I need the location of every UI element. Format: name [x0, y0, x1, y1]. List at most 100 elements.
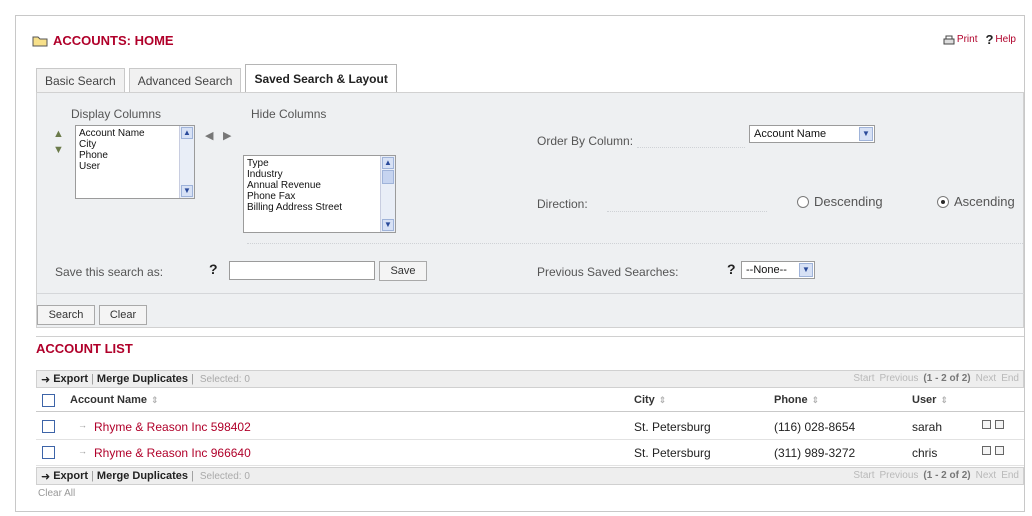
column-header-city[interactable]: City ⇕	[634, 394, 666, 406]
list-toolbar-bottom: ➜ Export | Merge Duplicates | Selected: …	[36, 467, 1024, 485]
view-icon[interactable]	[995, 446, 1004, 455]
help-icon: ?	[985, 32, 994, 47]
chevron-down-icon[interactable]: ▼	[859, 127, 873, 141]
pager-end[interactable]: End	[1001, 470, 1019, 481]
select-all-checkbox[interactable]	[42, 394, 55, 407]
hide-column-option[interactable]: Annual Revenue	[247, 180, 392, 191]
merge-duplicates-button[interactable]: Merge Duplicates	[97, 470, 188, 482]
display-column-option[interactable]: City	[79, 139, 191, 150]
city-cell: St. Petersburg	[634, 446, 711, 460]
row-checkbox[interactable]	[42, 420, 55, 433]
display-column-option[interactable]: User	[79, 161, 191, 172]
sort-icon[interactable]: ⇕	[659, 395, 667, 406]
hide-column-option[interactable]: Industry	[247, 169, 392, 180]
hide-columns-scrollbar[interactable]: ▲ ▼	[380, 156, 395, 232]
move-down-icon[interactable]: ▼	[53, 144, 64, 156]
account-name-link[interactable]: Rhyme & Reason Inc 966640	[94, 446, 251, 460]
scroll-down-icon[interactable]: ▼	[181, 185, 193, 197]
previous-searches-select[interactable]: --None-- ▼	[741, 261, 815, 279]
account-list-title: ACCOUNT LIST	[36, 336, 1024, 356]
display-column-option[interactable]: Account Name	[79, 128, 191, 139]
tab-saved-search-layout[interactable]: Saved Search & Layout	[245, 64, 397, 92]
column-header-phone[interactable]: Phone ⇕	[774, 394, 819, 406]
sort-icon[interactable]: ⇕	[812, 395, 820, 406]
pager-next[interactable]: Next	[976, 373, 997, 384]
row-checkbox[interactable]	[42, 446, 55, 459]
dotted-leader	[637, 147, 745, 148]
help-icon[interactable]: ?	[727, 261, 736, 277]
scroll-up-icon[interactable]: ▲	[181, 127, 193, 139]
selected-count: Selected: 0	[199, 470, 250, 482]
move-right-icon[interactable]: ▶	[223, 129, 231, 142]
help-link[interactable]: ? Help	[985, 32, 1016, 47]
save-search-label: Save this search as:	[55, 265, 164, 279]
column-header-user[interactable]: User ⇕	[912, 394, 948, 406]
pager: Start Previous (1 - 2 of 2) Next End	[853, 470, 1019, 481]
pager-start[interactable]: Start	[853, 373, 874, 384]
direction-label: Direction:	[537, 197, 588, 211]
direction-ascending-radio[interactable]: Ascending	[937, 194, 1015, 209]
hide-column-option[interactable]: Phone Fax	[247, 191, 392, 202]
selected-count: Selected: 0	[199, 373, 250, 385]
move-left-icon[interactable]: ◀	[205, 129, 213, 142]
clear-all-link[interactable]: Clear All	[38, 488, 75, 499]
search-button[interactable]: Search	[37, 305, 95, 325]
chevron-down-icon[interactable]: ▼	[799, 263, 813, 277]
hide-column-option[interactable]: Billing Address Street	[247, 202, 392, 213]
view-icon[interactable]	[995, 420, 1004, 429]
order-by-select[interactable]: Account Name ▼	[749, 125, 875, 143]
export-arrow-icon: ➜	[41, 373, 51, 386]
hide-columns-list[interactable]: Type Industry Annual Revenue Phone Fax B…	[243, 155, 396, 233]
sort-icon[interactable]: ⇕	[940, 395, 948, 406]
pager-next[interactable]: Next	[976, 470, 997, 481]
dotted-divider	[247, 243, 1024, 244]
user-cell: sarah	[912, 420, 943, 434]
export-button[interactable]: ➜ Export	[41, 373, 88, 386]
print-icon	[943, 35, 955, 44]
pager-start[interactable]: Start	[853, 470, 874, 481]
scroll-thumb[interactable]	[382, 170, 394, 184]
clear-button[interactable]: Clear	[99, 305, 147, 325]
saved-search-layout-panel: Display Columns Hide Columns ▲ ▼ Account…	[36, 92, 1024, 328]
display-column-option[interactable]: Phone	[79, 150, 191, 161]
title-bar: ACCOUNTS: HOME Print ? Help	[16, 16, 1024, 58]
hide-column-option[interactable]: Type	[247, 158, 392, 169]
direction-descending-radio[interactable]: Descending	[797, 194, 883, 209]
export-button[interactable]: ➜ Export	[41, 470, 88, 483]
save-search-input[interactable]	[229, 261, 375, 280]
sort-icon[interactable]: ⇕	[151, 395, 159, 406]
scroll-down-icon[interactable]: ▼	[382, 219, 394, 231]
radio-icon	[797, 195, 809, 208]
save-button[interactable]: Save	[379, 261, 427, 281]
edit-icon[interactable]	[982, 446, 991, 455]
account-name-link[interactable]: Rhyme & Reason Inc 598402	[94, 420, 251, 434]
hide-columns-label: Hide Columns	[251, 107, 327, 121]
tab-advanced-search[interactable]: Advanced Search	[128, 68, 242, 92]
column-header-label: Account Name	[70, 394, 148, 406]
toolbar-separator: |	[191, 470, 194, 482]
edit-icon[interactable]	[982, 420, 991, 429]
move-up-icon[interactable]: ▲	[53, 128, 64, 140]
display-columns-scrollbar[interactable]: ▲ ▼	[179, 126, 194, 198]
expand-icon[interactable]: →	[78, 446, 87, 456]
direction-descending-label: Descending	[814, 194, 883, 209]
pager-previous[interactable]: Previous	[880, 373, 919, 384]
dotted-leader	[607, 211, 767, 212]
list-toolbar-top: ➜ Export | Merge Duplicates | Selected: …	[36, 370, 1024, 388]
column-header-label: Phone	[774, 394, 808, 406]
merge-duplicates-button[interactable]: Merge Duplicates	[97, 373, 188, 385]
column-header-account-name[interactable]: Account Name ⇕	[70, 394, 159, 406]
print-link[interactable]: Print	[943, 34, 977, 45]
previous-searches-value: --None--	[746, 264, 787, 276]
phone-cell: (116) 028-8654	[774, 420, 856, 434]
table-row: → Rhyme & Reason Inc 966640 St. Petersbu…	[36, 440, 1024, 466]
display-columns-list[interactable]: Account Name City Phone User ▲ ▼	[75, 125, 195, 199]
expand-icon[interactable]: →	[78, 420, 87, 430]
top-links: Print ? Help	[943, 32, 1016, 47]
pager-end[interactable]: End	[1001, 373, 1019, 384]
pager-previous[interactable]: Previous	[880, 470, 919, 481]
scroll-up-icon[interactable]: ▲	[382, 157, 394, 169]
help-icon[interactable]: ?	[209, 261, 218, 277]
export-label: Export	[53, 373, 89, 385]
tab-basic-search[interactable]: Basic Search	[36, 68, 125, 92]
